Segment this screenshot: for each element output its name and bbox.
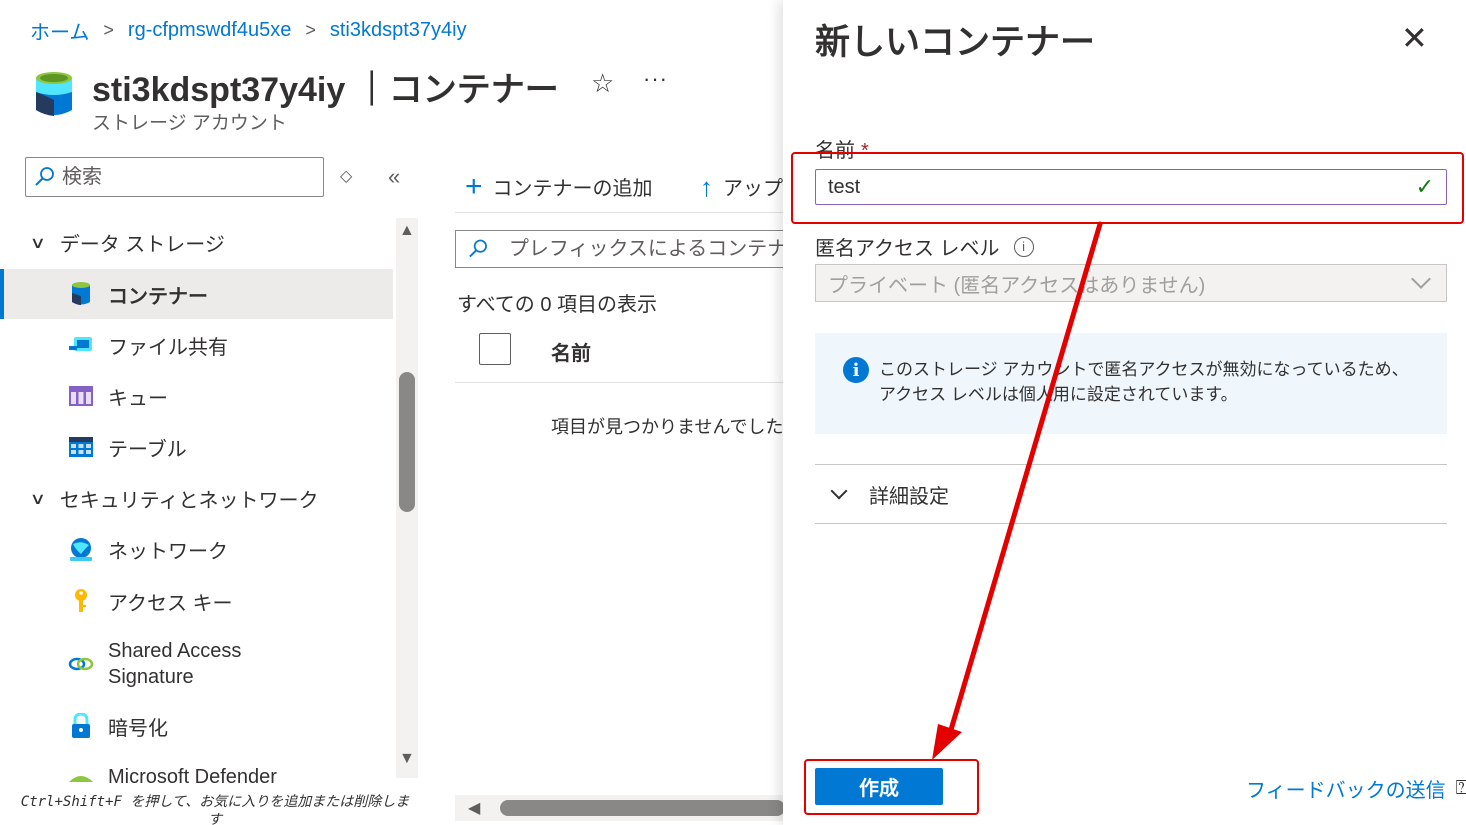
sidebar-search-input[interactable] <box>62 165 312 189</box>
queue-icon <box>68 383 94 409</box>
container-filter-input[interactable] <box>508 237 794 261</box>
sidebar-item-label: ネットワーク <box>108 540 228 563</box>
sidebar-item-access-keys[interactable]: アクセス キー <box>0 576 393 626</box>
breadcrumb-home[interactable]: ホーム <box>30 16 89 45</box>
toolbar-divider <box>455 212 785 213</box>
nav-group-label: データ ストレージ <box>59 234 225 256</box>
sidebar-item-label: アクセス キー <box>108 592 233 615</box>
collapse-sidebar-icon[interactable]: « <box>388 164 400 190</box>
link-icon <box>68 651 94 677</box>
info-message-text: このストレージ アカウントで匿名アクセスが無効になっているため、アクセス レベル… <box>879 360 1409 404</box>
sidebar-item-queues[interactable]: キュー <box>0 371 393 421</box>
storage-account-icon <box>36 72 72 116</box>
keyboard-hint: Ctrl+Shift+F を押して、お気に入りを追加または削除します <box>20 794 410 825</box>
nav-group-label: セキュリティとネットワーク <box>59 490 319 512</box>
breadcrumb: ホーム > rg-cfpmswdf4u5xe > sti3kdspt37y4iy <box>30 16 467 45</box>
sidebar-item-label: Microsoft Defender <box>108 765 277 788</box>
chevron-down-icon <box>830 482 848 499</box>
scroll-up-arrow-icon[interactable]: ▲ <box>399 222 415 240</box>
sidebar-item-label: 暗号化 <box>108 717 168 740</box>
sidebar-item-shared-access-signature[interactable]: Shared Access Signature <box>0 639 393 689</box>
sidebar-item-label: キュー <box>108 387 168 410</box>
search-icon <box>469 239 487 258</box>
nav-group-security-network[interactable]: ∨ セキュリティとネットワーク <box>29 484 319 513</box>
sidebar-item-file-shares[interactable]: ファイル共有 <box>0 320 393 370</box>
file-share-icon <box>68 332 94 358</box>
sidebar-item-label: ファイル共有 <box>108 336 228 359</box>
access-level-select: プライベート (匿名アクセスはありません) <box>815 264 1447 302</box>
lock-icon <box>68 713 94 739</box>
breadcrumb-separator-icon: > <box>103 20 114 40</box>
more-options-icon[interactable]: ··· <box>643 66 668 92</box>
network-icon <box>68 536 94 562</box>
breadcrumb-storage-account[interactable]: sti3kdspt37y4iy <box>330 19 467 42</box>
upload-button[interactable]: ↑ アップ <box>700 172 783 201</box>
sidebar-item-label-line1: Shared Access <box>108 640 242 662</box>
horizontal-scroll-thumb[interactable] <box>500 800 785 816</box>
page-title: sti3kdspt37y4iy ｜コンテナー <box>92 71 559 109</box>
column-header-name[interactable]: 名前 <box>551 337 591 366</box>
sort-updown-icon[interactable]: ◇ <box>340 166 352 186</box>
container-icon <box>68 281 94 307</box>
nav-group-data-storage[interactable]: ∨ データ ストレージ <box>29 228 225 257</box>
sidebar-item-containers[interactable]: コンテナー <box>0 269 393 319</box>
access-level-label: 匿名アクセス レベル i <box>815 232 1034 261</box>
chevron-down-icon <box>1411 269 1431 289</box>
page-subtitle: ストレージ アカウント <box>92 113 287 134</box>
scroll-left-arrow-icon[interactable]: ◀ <box>468 798 480 818</box>
search-icon <box>35 167 54 186</box>
sidebar-item-label: コンテナー <box>108 285 208 308</box>
sidebar-item-encryption[interactable]: 暗号化 <box>0 701 393 751</box>
item-count-text: すべての 0 項目の表示 <box>457 294 658 316</box>
access-level-value: プライベート (匿名アクセスはありません) <box>828 274 1206 297</box>
chevron-down-icon: ∨ <box>29 234 47 252</box>
sidebar-scroll-thumb[interactable] <box>399 372 415 512</box>
container-filter-box[interactable] <box>455 230 795 268</box>
info-circle-icon: i <box>843 357 869 383</box>
select-all-checkbox[interactable] <box>479 333 511 365</box>
sidebar-search-box[interactable] <box>25 157 324 197</box>
add-container-button[interactable]: + コンテナーの追加 <box>465 169 653 203</box>
new-container-panel: 新しいコンテナー ✕ 名前* ✓ 匿名アクセス レベル i プライベート (匿名… <box>783 0 1466 825</box>
breadcrumb-separator-icon: > <box>305 20 316 40</box>
sidebar-item-label-multiline: Shared Access Signature <box>108 638 241 690</box>
close-icon[interactable]: ✕ <box>1401 22 1428 54</box>
defender-icon <box>68 764 94 790</box>
annotation-highlight-name <box>791 152 1464 224</box>
feedback-person-icon: ⍰ <box>1455 777 1466 799</box>
feedback-label: フィードバックの送信 <box>1246 780 1446 802</box>
sidebar-item-networking[interactable]: ネットワーク <box>0 524 393 574</box>
empty-state-text: 項目が見つかりませんでした <box>551 417 784 437</box>
advanced-divider-bottom <box>815 523 1447 524</box>
feedback-link[interactable]: フィードバックの送信 ⍰ <box>1246 774 1466 803</box>
plus-icon: + <box>465 169 483 203</box>
table-icon <box>68 434 94 460</box>
favorite-star-icon[interactable]: ☆ <box>591 68 614 99</box>
annotation-highlight-create <box>804 759 979 815</box>
access-level-label-text: 匿名アクセス レベル <box>815 238 1000 260</box>
sidebar-item-label: テーブル <box>108 438 187 461</box>
sidebar-item-label-line2: Signature <box>108 666 194 688</box>
sidebar-item-tables[interactable]: テーブル <box>0 422 393 472</box>
panel-title: 新しいコンテナー <box>815 23 1096 62</box>
scroll-down-arrow-icon[interactable]: ▼ <box>399 750 415 768</box>
info-message-bar: i このストレージ アカウントで匿名アクセスが無効になっているため、アクセス レ… <box>815 333 1447 434</box>
chevron-down-icon: ∨ <box>29 490 47 508</box>
table-divider <box>455 382 785 383</box>
advanced-settings-label: 詳細設定 <box>869 486 949 508</box>
info-icon[interactable]: i <box>1013 236 1034 257</box>
add-container-label: コンテナーの追加 <box>492 178 653 200</box>
key-icon <box>68 588 94 614</box>
upload-arrow-icon: ↑ <box>700 171 713 202</box>
upload-label: アップ <box>723 178 783 200</box>
breadcrumb-resource-group[interactable]: rg-cfpmswdf4u5xe <box>128 19 291 42</box>
advanced-settings-toggle[interactable]: 詳細設定 <box>830 480 949 509</box>
advanced-divider-top <box>815 464 1447 465</box>
